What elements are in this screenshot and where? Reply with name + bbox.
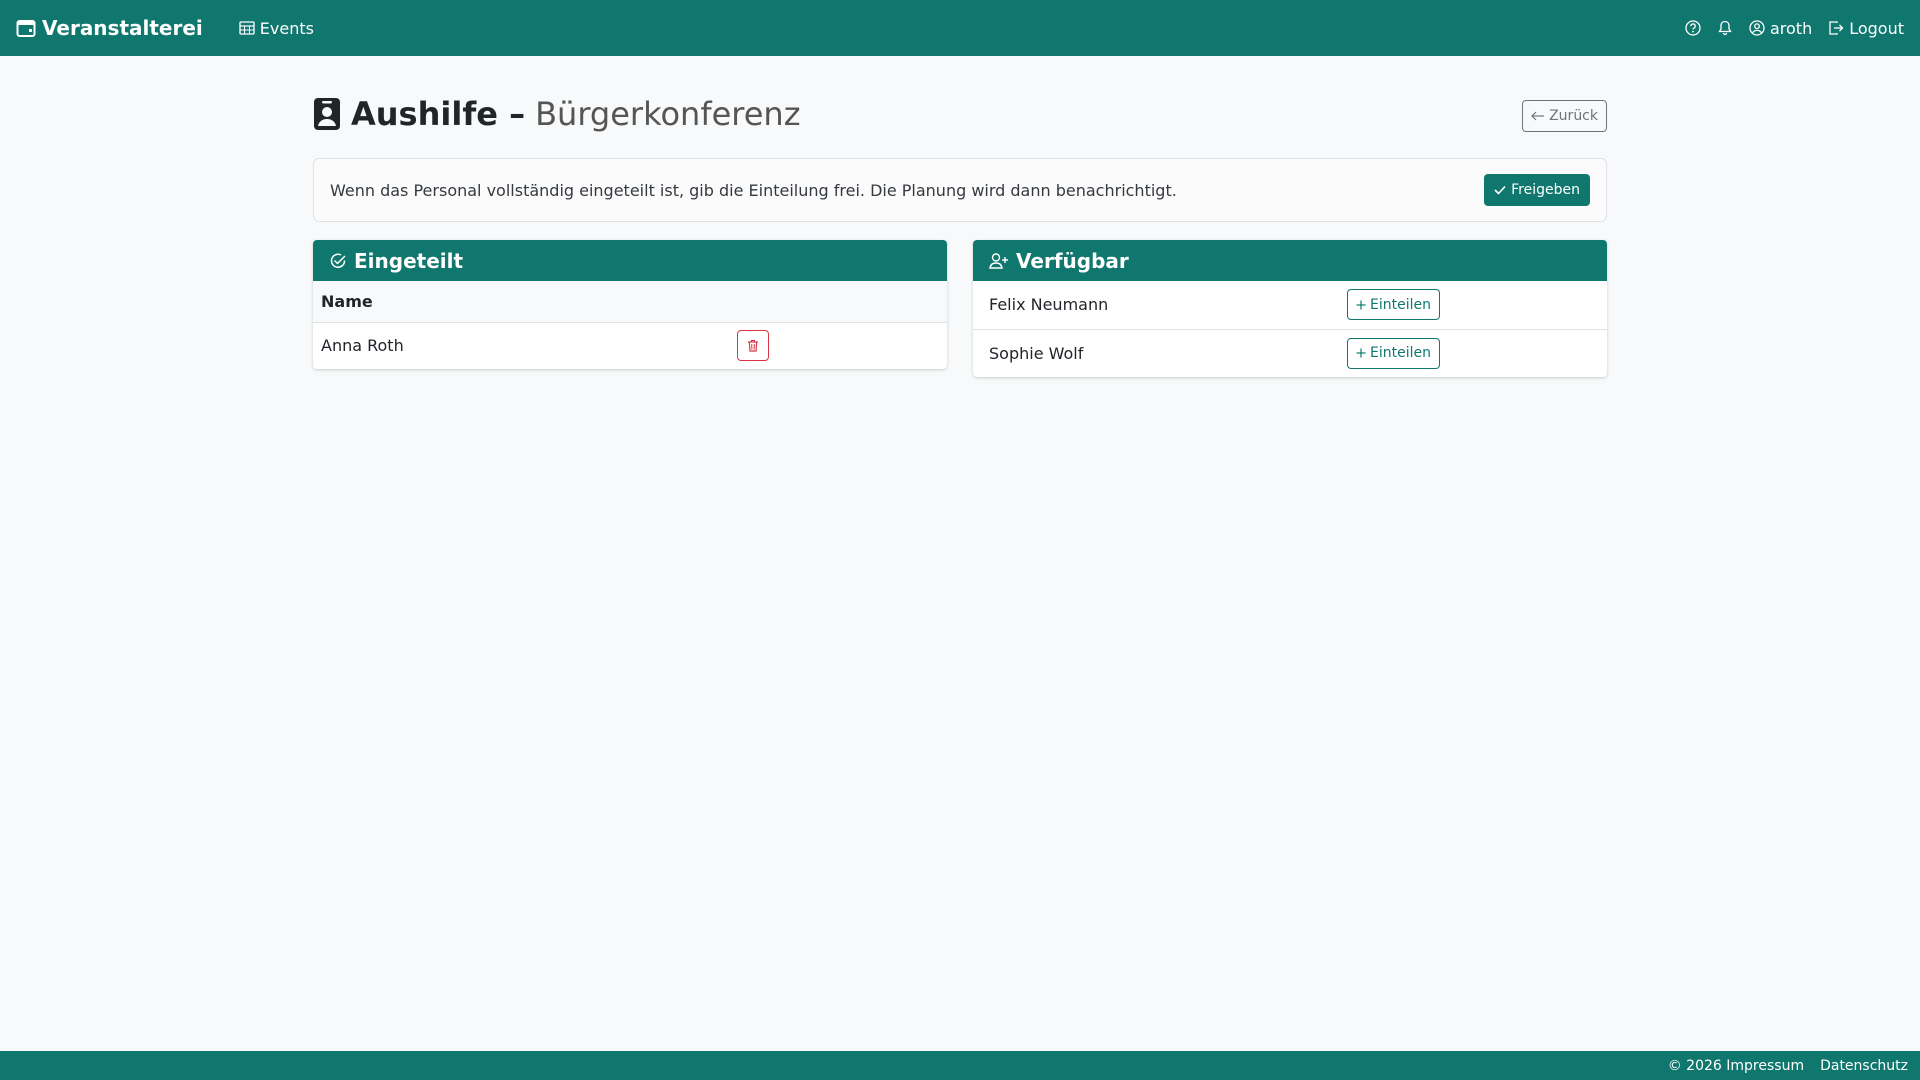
check-icon (1494, 185, 1506, 195)
table-row: Felix Neumann Einteilen (973, 281, 1607, 330)
person-badge-icon (313, 97, 341, 131)
logout-icon (1828, 20, 1844, 36)
back-label: Zurück (1549, 108, 1598, 124)
available-header-label: Verfügbar (1016, 248, 1129, 273)
privacy-link[interactable]: Datenschutz (1820, 1058, 1908, 1074)
actions-cell: Einteilen (1331, 281, 1607, 330)
page-header: Aushilfe – Bürgerkonferenz Zurück (313, 56, 1607, 159)
check-circle-icon (329, 252, 347, 270)
imprint-link[interactable]: © 2026 Impressum (1668, 1058, 1804, 1074)
footer: © 2026 Impressum Datenschutz (0, 1051, 1920, 1080)
username: aroth (1769, 18, 1813, 38)
table-row: Anna Roth (313, 322, 947, 369)
logout-link[interactable]: Logout (1828, 19, 1904, 38)
page-title-main: Aushilfe – (351, 95, 526, 133)
assigned-card: Eingeteilt Name Anna Roth (313, 240, 947, 369)
column-header-name: Name (313, 281, 729, 323)
page-title: Aushilfe – Bürgerkonferenz (313, 94, 800, 134)
assign-button[interactable]: Einteilen (1347, 337, 1440, 369)
top-navbar: Veranstalterei Events aroth Logout (0, 0, 1920, 56)
plus-icon (1356, 348, 1366, 358)
release-info-box: Wenn das Personal vollständig eingeteilt… (313, 158, 1607, 222)
available-name: Sophie Wolf (989, 343, 1084, 363)
assign-label: Einteilen (1370, 345, 1431, 362)
user-circle-icon (1749, 20, 1765, 36)
release-info-text: Wenn das Personal vollständig eingeteilt… (330, 180, 1177, 200)
person-plus-icon (989, 252, 1009, 270)
assigned-header-label: Eingeteilt (354, 248, 464, 273)
plus-icon (1356, 300, 1366, 310)
assigned-name: Anna Roth (321, 336, 404, 356)
user-menu[interactable]: aroth (1749, 19, 1812, 38)
brand-name: Veranstalterei (42, 16, 203, 40)
brand-link[interactable]: Veranstalterei (16, 16, 203, 40)
release-button[interactable]: Freigeben (1484, 174, 1590, 206)
assign-label: Einteilen (1370, 296, 1431, 313)
trash-icon (747, 339, 759, 352)
table-icon (239, 20, 255, 36)
actions-cell: Einteilen (1331, 329, 1607, 377)
remove-button[interactable] (737, 330, 769, 362)
available-table: Felix Neumann Einteilen Sophie Wolf Eint… (973, 281, 1607, 377)
help-icon[interactable] (1685, 20, 1701, 36)
logout-label: Logout (1849, 18, 1904, 38)
available-card-header: Verfügbar (973, 240, 1607, 281)
available-name: Felix Neumann (973, 281, 1331, 330)
page-title-event: Bürgerkonferenz (535, 95, 801, 133)
table-row: Sophie Wolf Einteilen (973, 329, 1607, 377)
arrow-left-icon (1531, 111, 1545, 121)
nav-events-label: Events (259, 18, 314, 38)
assign-button[interactable]: Einteilen (1347, 289, 1440, 321)
column-header-actions (729, 281, 947, 323)
calendar-icon (16, 18, 36, 38)
nav-events-link[interactable]: Events (239, 19, 314, 38)
back-button[interactable]: Zurück (1522, 100, 1607, 132)
actions-cell (729, 322, 947, 369)
bell-icon[interactable] (1717, 20, 1733, 36)
assigned-table: Name Anna Roth (313, 281, 947, 369)
assigned-card-header: Eingeteilt (313, 240, 947, 281)
release-label: Freigeben (1511, 182, 1580, 198)
main-container: Aushilfe – Bürgerkonferenz Zurück Wenn d… (313, 56, 1607, 377)
available-card: Verfügbar Felix Neumann Einteilen Sophie… (973, 240, 1607, 377)
